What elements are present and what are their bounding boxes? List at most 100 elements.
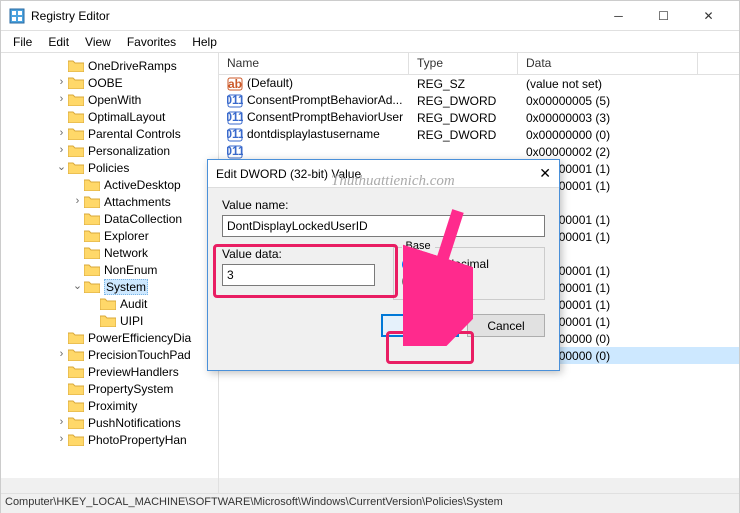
tree-item-label: System: [104, 279, 148, 295]
folder-icon: [84, 212, 100, 225]
folder-icon: [84, 246, 100, 259]
tree-item[interactable]: ›Parental Controls: [3, 125, 218, 142]
tree-hscroll[interactable]: [1, 478, 218, 493]
base-group: Base Hexadecimal Decimal: [393, 247, 546, 300]
folder-icon: [84, 229, 100, 242]
value-icon: 011: [227, 127, 243, 143]
folder-icon: [68, 348, 84, 361]
value-row[interactable]: 011dontdisplaylastusernameREG_DWORD0x000…: [219, 126, 739, 143]
tree-item-label: OOBE: [88, 76, 123, 90]
tree-item-label: NonEnum: [104, 263, 157, 277]
folder-icon: [68, 382, 84, 395]
folder-icon: [68, 416, 84, 429]
value-icon: 011: [227, 144, 243, 160]
menu-view[interactable]: View: [77, 33, 119, 51]
tree-item-label: PropertySystem: [88, 382, 173, 396]
tree-item-label: Personalization: [88, 144, 170, 158]
value-row[interactable]: 011 ConsentPromptBehaviorUser REG_DWORD0x0…: [219, 109, 739, 126]
tree-item[interactable]: ›PushNotifications: [3, 414, 218, 431]
tree-item[interactable]: ›OpenWith: [3, 91, 218, 108]
minimize-button[interactable]: ─: [596, 1, 641, 31]
tree-item-label: Proximity: [88, 399, 137, 413]
value-data: 0x00000003 (3): [518, 111, 698, 125]
radio-hexadecimal-label: Hexadecimal: [420, 257, 489, 271]
column-name[interactable]: Name: [219, 53, 409, 74]
value-name: ConsentPromptBehaviorUser: [247, 110, 403, 124]
tree-item-label: Attachments: [104, 195, 171, 209]
tree-item-label: OptimalLayout: [88, 110, 165, 124]
folder-icon: [68, 433, 84, 446]
folder-icon: [84, 280, 100, 293]
folder-icon: [84, 178, 100, 191]
status-bar: Computer\HKEY_LOCAL_MACHINE\SOFTWARE\Mic…: [1, 493, 739, 513]
tree-item[interactable]: PowerEfficiencyDia: [3, 329, 218, 346]
tree-item[interactable]: ›Attachments: [3, 193, 218, 210]
tree-item-label: UIPI: [120, 314, 143, 328]
value-data: 0x00000005 (5): [518, 94, 698, 108]
window-titlebar: Registry Editor ─ ☐ ✕: [1, 1, 739, 31]
tree-item[interactable]: PropertySystem: [3, 380, 218, 397]
value-row[interactable]: 011 0x00000002 (2): [219, 143, 739, 160]
value-type: REG_DWORD: [409, 94, 518, 108]
tree-item[interactable]: PreviewHandlers: [3, 363, 218, 380]
tree-item[interactable]: Proximity: [3, 397, 218, 414]
value-name-input[interactable]: [222, 215, 545, 237]
value-type: REG_SZ: [409, 77, 518, 91]
svg-text:011: 011: [227, 93, 243, 107]
tree-item-label: Parental Controls: [88, 127, 181, 141]
radio-hexadecimal[interactable]: [402, 258, 415, 271]
value-name: (Default): [247, 76, 293, 90]
cancel-button[interactable]: Cancel: [467, 314, 545, 337]
registry-tree[interactable]: OneDriveRamps›OOBE›OpenWith OptimalLayout…: [1, 53, 218, 452]
tree-item[interactable]: Audit: [3, 295, 218, 312]
folder-icon: [68, 76, 84, 89]
list-header: Name Type Data: [219, 53, 739, 75]
value-type: REG_DWORD: [409, 111, 518, 125]
tree-item[interactable]: OneDriveRamps: [3, 57, 218, 74]
tree-item[interactable]: UIPI: [3, 312, 218, 329]
dialog-title: Edit DWORD (32-bit) Value: [216, 167, 521, 181]
ok-button[interactable]: OK: [381, 314, 459, 337]
value-data: 0x00000000 (0): [518, 128, 698, 142]
value-row[interactable]: 011 ConsentPromptBehaviorAd... REG_DWORD0x…: [219, 92, 739, 109]
tree-item-label: ActiveDesktop: [104, 178, 181, 192]
tree-item-label: PreviewHandlers: [88, 365, 179, 379]
value-data: 0x00000002 (2): [518, 145, 698, 159]
tree-item[interactable]: ›PhotoPropertyHan: [3, 431, 218, 448]
tree-item[interactable]: DataCollection: [3, 210, 218, 227]
tree-item-label: OpenWith: [88, 93, 141, 107]
value-name-label: Value name:: [222, 198, 545, 212]
menu-help[interactable]: Help: [184, 33, 225, 51]
tree-item[interactable]: ›OOBE: [3, 74, 218, 91]
tree-item[interactable]: NonEnum: [3, 261, 218, 278]
folder-icon: [68, 127, 84, 140]
close-button[interactable]: ✕: [686, 1, 731, 31]
menu-file[interactable]: File: [5, 33, 40, 51]
tree-item[interactable]: ⌄Policies: [3, 159, 218, 176]
radio-decimal[interactable]: [402, 275, 415, 288]
value-name: ConsentPromptBehaviorAd...: [247, 93, 402, 107]
maximize-button[interactable]: ☐: [641, 1, 686, 31]
tree-item[interactable]: ›Personalization: [3, 142, 218, 159]
tree-item[interactable]: ⌄System: [3, 278, 218, 295]
value-data-label: Value data:: [222, 247, 375, 261]
list-hscroll[interactable]: [219, 478, 739, 493]
dialog-titlebar[interactable]: Edit DWORD (32-bit) Value ✕: [208, 160, 559, 188]
base-legend: Base: [402, 240, 435, 252]
menu-favorites[interactable]: Favorites: [119, 33, 184, 51]
tree-item-label: PhotoPropertyHan: [88, 433, 187, 447]
value-data-input[interactable]: [222, 264, 375, 286]
tree-item[interactable]: ›PrecisionTouchPad: [3, 346, 218, 363]
folder-icon: [100, 297, 116, 310]
column-type[interactable]: Type: [409, 53, 518, 74]
value-icon: 011: [227, 110, 243, 126]
value-row[interactable]: ab(Default)REG_SZ(value not set): [219, 75, 739, 92]
tree-item-label: OneDriveRamps: [88, 59, 177, 73]
dialog-close-button[interactable]: ✕: [521, 165, 551, 182]
column-data[interactable]: Data: [518, 53, 698, 74]
tree-item[interactable]: Explorer: [3, 227, 218, 244]
menu-edit[interactable]: Edit: [40, 33, 77, 51]
tree-item[interactable]: OptimalLayout: [3, 108, 218, 125]
tree-item[interactable]: Network: [3, 244, 218, 261]
tree-item[interactable]: ActiveDesktop: [3, 176, 218, 193]
